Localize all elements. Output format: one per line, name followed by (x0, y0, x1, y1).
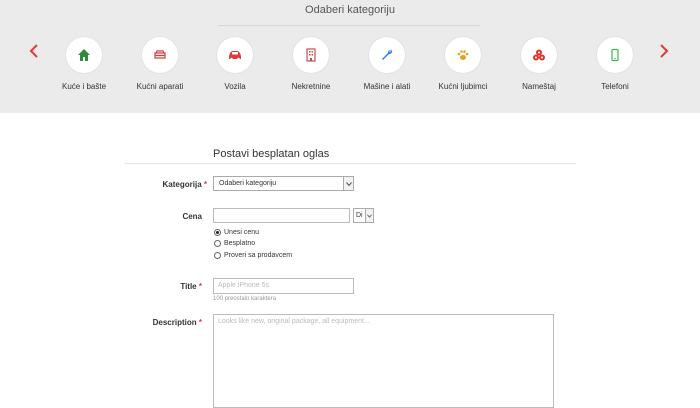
description-field-label: Description * (122, 318, 202, 327)
currency-select[interactable]: Di (353, 208, 374, 223)
category-select[interactable]: Odaberi kategoriju (213, 176, 354, 191)
category-label: Telefoni (601, 82, 629, 91)
category-label: Nekretnine (291, 82, 331, 91)
category-label-text: Kategorija (162, 180, 202, 189)
title-input[interactable]: Apple iPhone 5s (213, 278, 354, 294)
appliance-icon (154, 50, 166, 59)
wrench-icon (382, 49, 393, 60)
category-field-label: Kategorija * (127, 180, 207, 189)
category-label: Nameštaj (522, 82, 556, 91)
category-icon-circle (66, 37, 102, 73)
price-field-label: Cena (122, 212, 202, 221)
category-label: Kućni ljubimci (438, 82, 488, 91)
category-icon-circle (142, 37, 178, 73)
radio-button[interactable] (214, 229, 221, 236)
description-label-text: Description (152, 318, 197, 327)
category-label: Kućni aparati (136, 82, 184, 91)
house-icon (78, 49, 90, 61)
required-mark: * (198, 318, 202, 327)
radio-label: Unesi cenu (224, 229, 260, 236)
title-char-counter: 100 preostalo karaktera (213, 296, 277, 302)
chevron-right-icon (660, 44, 669, 58)
chevron-left-icon (29, 44, 38, 58)
category-item-vozila[interactable]: Vozila (197, 37, 273, 91)
carousel-next-button[interactable] (657, 43, 671, 61)
category-item-nekretnine[interactable]: Nekretnine (273, 37, 349, 91)
radio-label: Proveri sa prodavcem (224, 252, 293, 259)
form-title-divider (124, 163, 576, 164)
title-field-label: Title * (122, 282, 202, 291)
category-icon-circle (369, 37, 405, 73)
chevron-down-icon (367, 213, 372, 218)
title-label-text: Title (180, 282, 197, 291)
paw-icon (457, 50, 469, 60)
price-input[interactable] (213, 208, 350, 223)
car-icon (229, 51, 241, 61)
title-placeholder: Apple iPhone 5s (218, 282, 269, 289)
price-option-proveri[interactable]: Proveri sa prodavcem (214, 252, 292, 259)
radio-button[interactable] (214, 240, 221, 247)
price-option-besplatno[interactable]: Besplatno (214, 240, 255, 247)
title-divider (218, 25, 480, 26)
category-item-kucni-ljubimci[interactable]: Kućni ljubimci (425, 37, 501, 91)
category-icon-circle (597, 37, 633, 73)
required-mark: * (203, 180, 207, 189)
carousel-prev-button[interactable] (27, 43, 41, 61)
category-select-value: Odaberi kategoriju (219, 180, 277, 187)
category-item-kucni-aparati[interactable]: Kućni aparati (122, 37, 198, 91)
form-title: Postavi besplatan oglas (213, 148, 330, 160)
category-item-masine-i-alati[interactable]: Mašine i alati (349, 37, 425, 91)
category-label: Kuće i bašte (61, 82, 107, 91)
category-label: Vozila (224, 82, 246, 91)
dropdown-toggle[interactable] (365, 209, 373, 222)
category-icon-circle (293, 37, 329, 73)
required-mark: * (198, 282, 202, 291)
radio-button[interactable] (214, 252, 221, 259)
phone-icon (611, 48, 619, 62)
category-label: Mašine i alati (363, 82, 411, 91)
price-option-unesi-cenu[interactable]: Unesi cenu (214, 229, 259, 236)
furniture-icon (533, 49, 545, 61)
category-icon-circle (445, 37, 481, 73)
category-icon-circle (521, 37, 557, 73)
category-item-namestaj[interactable]: Nameštaj (501, 37, 577, 91)
currency-value: Di (356, 212, 363, 219)
price-label-text: Cena (182, 212, 202, 221)
description-placeholder: Looks like new, original package, all eq… (218, 318, 370, 325)
category-carousel-title: Odaberi kategoriju (305, 4, 395, 16)
category-item-telefoni[interactable]: Telefoni (577, 37, 653, 91)
chevron-down-icon (345, 181, 352, 186)
dropdown-toggle[interactable] (343, 177, 353, 190)
category-carousel: Odaberi kategoriju Kuće i bašte Kućni ap… (0, 0, 700, 113)
category-item-kuce-i-baste[interactable]: Kuće i bašte (46, 37, 122, 91)
radio-label: Besplatno (224, 240, 256, 247)
description-textarea[interactable]: Looks like new, original package, all eq… (213, 314, 554, 408)
building-icon (306, 48, 316, 62)
category-icon-circle (217, 37, 253, 73)
